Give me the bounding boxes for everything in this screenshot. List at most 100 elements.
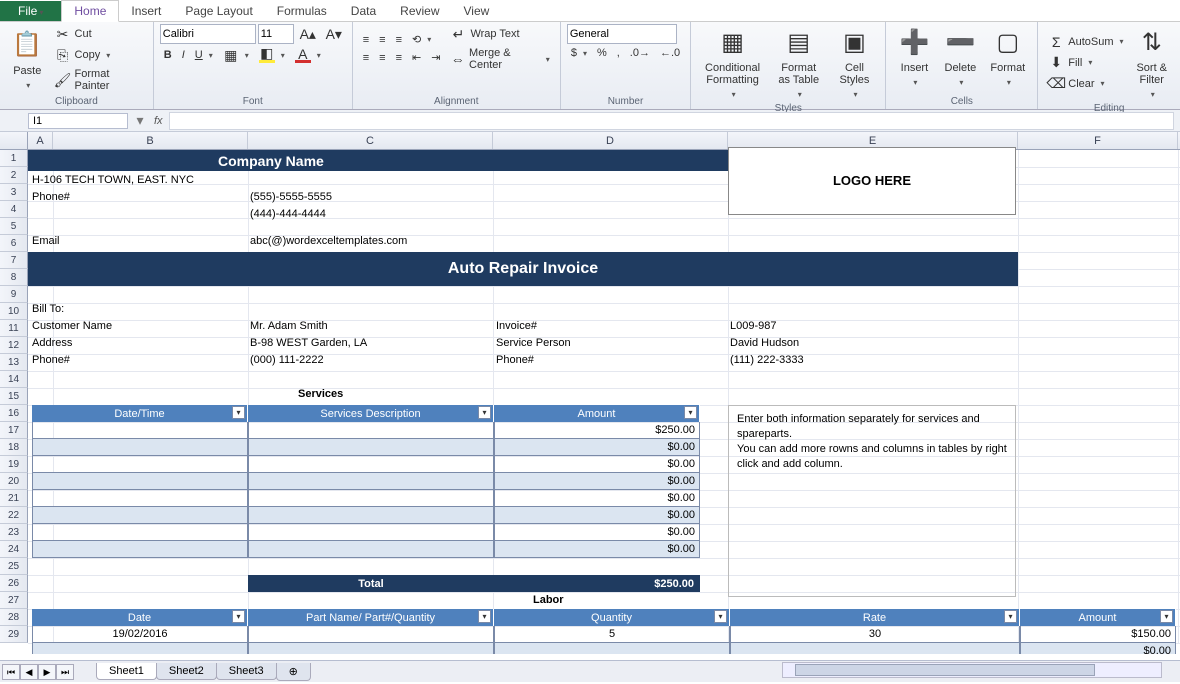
svc-desc[interactable] [248,456,494,473]
row-header-12[interactable]: 12 [0,337,28,354]
services-row[interactable]: $250.00 [32,422,700,439]
cut-button[interactable]: ✂Cut [51,24,147,44]
align-center-button[interactable]: ≡ [375,50,389,66]
format-cells-button[interactable]: ▢Format [984,24,1031,89]
file-tab[interactable]: File [0,1,61,21]
labor-hdr-part[interactable]: Part Name/ Part#/Quantity▾ [248,609,494,626]
sheet-nav-prev[interactable]: ◀ [20,664,38,680]
decrease-decimal-button[interactable]: ←.0 [656,45,684,61]
font-name-select[interactable] [160,24,256,44]
sheet-nav-last[interactable]: ⏭ [56,664,74,680]
align-left-button[interactable]: ≡ [359,50,373,66]
svc-desc[interactable] [248,541,494,558]
scroll-thumb[interactable] [795,664,1095,676]
tab-view[interactable]: View [452,1,502,21]
paste-button[interactable]: 📋 Paste [6,27,49,92]
row-header-14[interactable]: 14 [0,371,28,388]
format-as-table-button[interactable]: ▤Format as Table [770,24,828,101]
sheet-nav-next[interactable]: ▶ [38,664,56,680]
lab-amt[interactable]: $150.00 [1020,626,1176,643]
labor-hdr-amount[interactable]: Amount▾ [1020,609,1176,626]
tab-insert[interactable]: Insert [119,1,173,21]
row-header-18[interactable]: 18 [0,439,28,456]
svc-dt[interactable] [32,439,248,456]
row-header-26[interactable]: 26 [0,575,28,592]
row-header-29[interactable]: 29 [0,626,28,643]
filter-icon[interactable]: ▾ [1160,610,1173,623]
fx-label[interactable]: fx [148,115,169,127]
sheet-tab-2[interactable]: Sheet2 [156,663,217,680]
row-header-21[interactable]: 21 [0,490,28,507]
increase-decimal-button[interactable]: .0→ [626,45,654,61]
row-header-16[interactable]: 16 [0,405,28,422]
row-header-6[interactable]: 6 [0,235,28,252]
svc-dt[interactable] [32,524,248,541]
select-all-corner[interactable] [0,132,28,149]
merge-center-button[interactable]: ⇔Merge & Center [446,45,553,73]
sort-filter-button[interactable]: ⇅Sort & Filter [1130,24,1174,101]
row-header-8[interactable]: 8 [0,269,28,286]
svc-amt[interactable]: $0.00 [494,507,700,524]
filter-icon[interactable]: ▾ [232,610,245,623]
lab-date[interactable] [32,643,248,654]
lab-amt[interactable]: $0.00 [1020,643,1176,654]
format-painter-button[interactable]: 🖌Format Painter [51,66,147,94]
autosum-button[interactable]: ΣAutoSum [1044,32,1127,52]
svc-dt[interactable] [32,541,248,558]
cell-styles-button[interactable]: ▣Cell Styles [829,24,879,101]
col-header-C[interactable]: C [248,132,493,149]
services-row[interactable]: $0.00 [32,541,700,558]
lab-rate[interactable]: 30 [730,626,1020,643]
svc-desc[interactable] [248,490,494,507]
number-format-select[interactable] [567,24,677,44]
services-row[interactable]: $0.00 [32,439,700,456]
row-header-13[interactable]: 13 [0,354,28,371]
comma-button[interactable]: , [613,45,624,61]
row-header-1[interactable]: 1 [0,150,28,167]
sheet-tab-1[interactable]: Sheet1 [96,663,157,680]
row-header-19[interactable]: 19 [0,456,28,473]
filter-icon[interactable]: ▾ [684,406,697,419]
align-top-button[interactable]: ≡ [359,32,373,48]
insert-cells-button[interactable]: ➕Insert [892,24,936,89]
filter-icon[interactable]: ▾ [232,406,245,419]
sheet-tab-3[interactable]: Sheet3 [216,663,277,680]
labor-row[interactable]: 19/02/2016 5 30 $150.00 [32,626,1176,643]
svc-amt[interactable]: $250.00 [494,422,700,439]
delete-cells-button[interactable]: ➖Delete [938,24,982,89]
row-header-10[interactable]: 10 [0,303,28,320]
lab-part[interactable] [248,643,494,654]
services-row[interactable]: $0.00 [32,507,700,524]
row-header-28[interactable]: 28 [0,609,28,626]
fill-button[interactable]: ⬇Fill [1044,53,1127,73]
indent-increase-button[interactable]: ⇥ [427,49,444,66]
row-header-27[interactable]: 27 [0,592,28,609]
align-bottom-button[interactable]: ≡ [392,32,406,48]
row-header-24[interactable]: 24 [0,541,28,558]
fill-color-button[interactable]: ◧ [255,45,289,65]
row-header-22[interactable]: 22 [0,507,28,524]
cells-area[interactable]: Company Name LOGO HERE H-106 TECH TOWN, … [28,150,1180,643]
row-header-11[interactable]: 11 [0,320,28,337]
filter-icon[interactable]: ▾ [478,406,491,419]
tab-formulas[interactable]: Formulas [265,1,339,21]
svc-dt[interactable] [32,422,248,439]
row-header-2[interactable]: 2 [0,167,28,184]
services-row[interactable]: $0.00 [32,490,700,507]
row-header-4[interactable]: 4 [0,201,28,218]
svc-amt[interactable]: $0.00 [494,541,700,558]
services-hdr-desc[interactable]: Services Description▾ [248,405,494,422]
lab-part[interactable] [248,626,494,643]
sheet-nav-first[interactable]: ⏮ [2,664,20,680]
col-header-B[interactable]: B [53,132,248,149]
filter-icon[interactable]: ▾ [1004,610,1017,623]
col-header-D[interactable]: D [493,132,728,149]
decrease-font-button[interactable]: A▾ [322,24,346,44]
svc-amt[interactable]: $0.00 [494,524,700,541]
row-header-17[interactable]: 17 [0,422,28,439]
svc-amt[interactable]: $0.00 [494,439,700,456]
align-middle-button[interactable]: ≡ [375,32,389,48]
services-hdr-datetime[interactable]: Date/Time▾ [32,405,248,422]
labor-hdr-rate[interactable]: Rate▾ [730,609,1020,626]
row-header-9[interactable]: 9 [0,286,28,303]
